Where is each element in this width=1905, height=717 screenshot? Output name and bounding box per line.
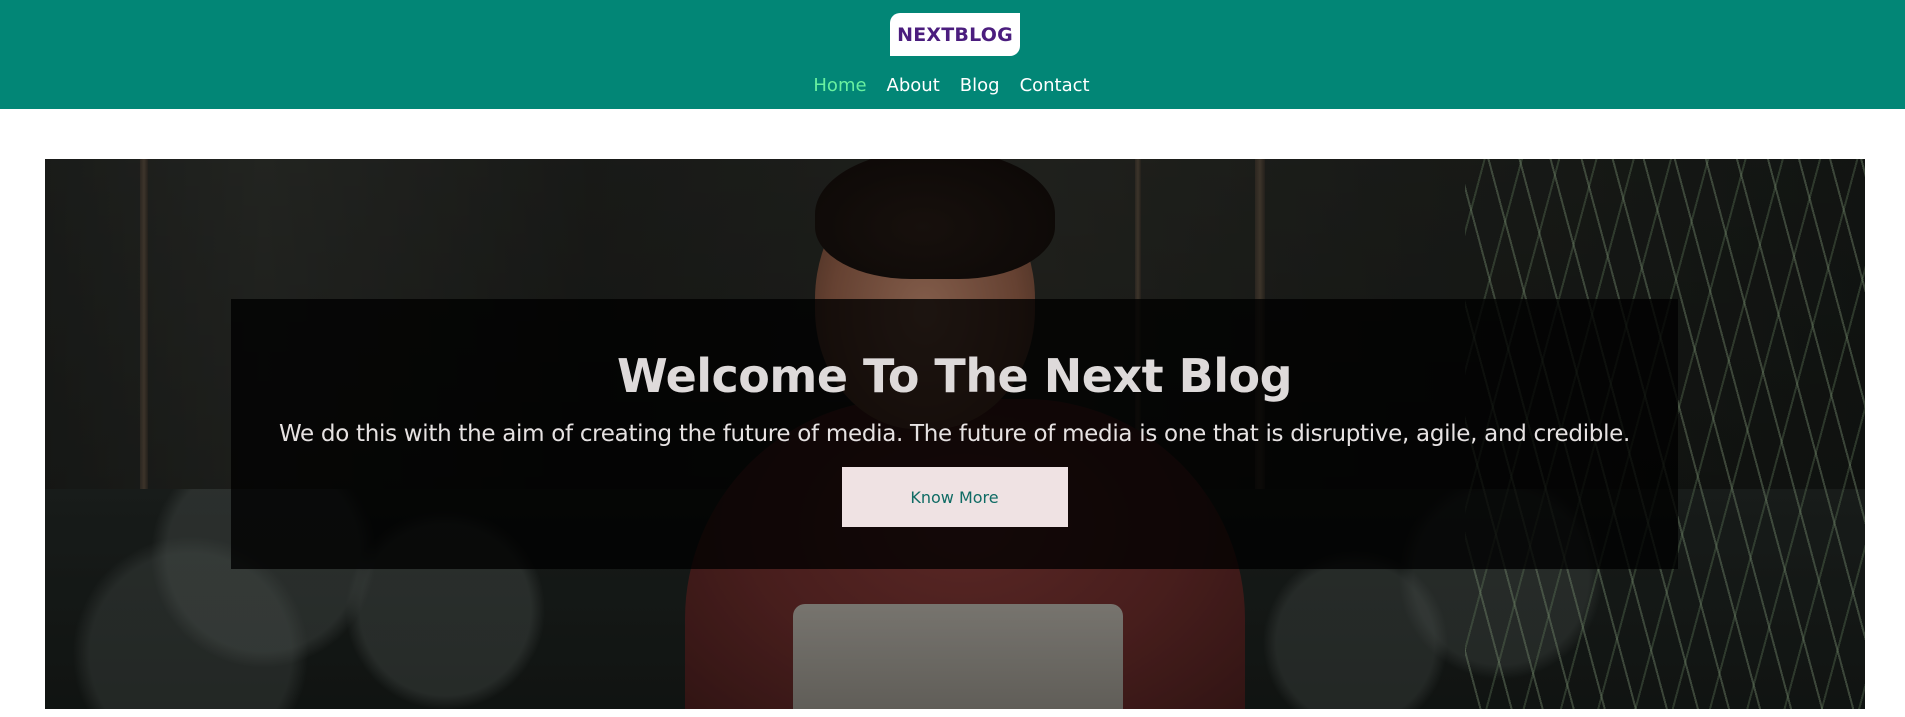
site-logo[interactable]: NEXTBLOG xyxy=(890,13,1020,56)
nav-item-home[interactable]: Home xyxy=(813,75,866,96)
site-header: NEXTBLOG Home About Blog Contact xyxy=(0,0,1905,109)
main-nav: Home About Blog Contact xyxy=(0,70,1905,100)
hero-banner: Welcome To The Next Blog We do this with… xyxy=(45,159,1865,709)
hero-subtitle: We do this with the aim of creating the … xyxy=(278,421,1631,447)
hero-overlay: Welcome To The Next Blog We do this with… xyxy=(231,299,1678,569)
nav-item-contact[interactable]: Contact xyxy=(1020,75,1090,96)
know-more-button[interactable]: Know More xyxy=(841,467,1068,527)
hero-title: Welcome To The Next Blog xyxy=(616,349,1293,403)
nav-item-blog[interactable]: Blog xyxy=(960,75,1000,96)
nav-item-about[interactable]: About xyxy=(887,75,940,96)
nav-list: Home About Blog Contact xyxy=(803,75,1099,96)
logo-text: NEXTBLOG xyxy=(897,23,1013,46)
